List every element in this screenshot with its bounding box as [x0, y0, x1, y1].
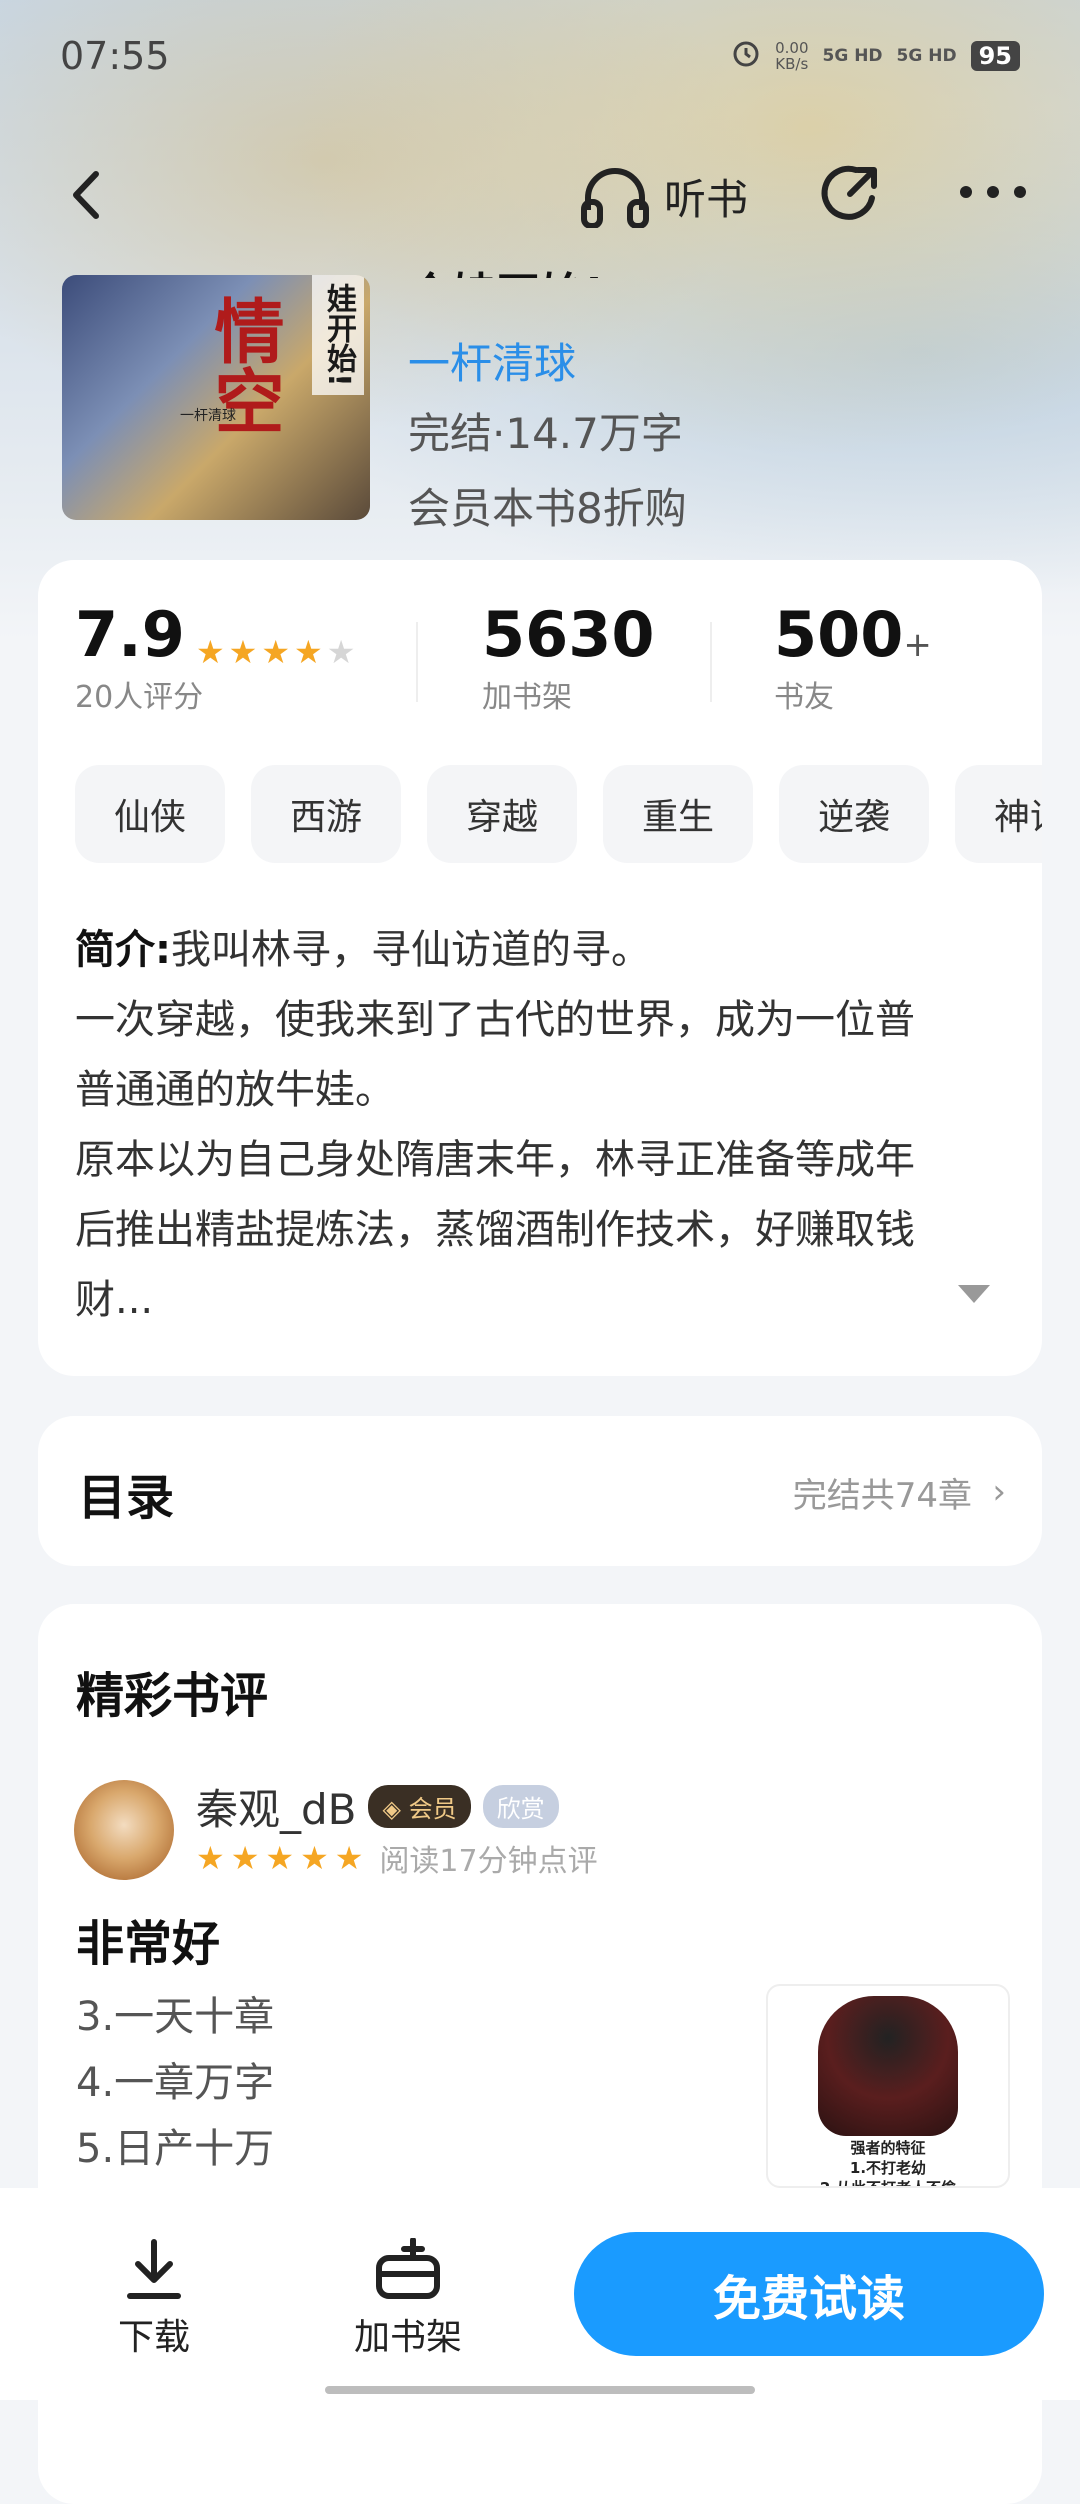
synopsis-line: 后推出精盐提炼法，蒸馏酒制作技术，好赚取钱 — [75, 1207, 915, 1253]
expand-caret-icon[interactable] — [958, 1285, 990, 1303]
add-shelf-label: 加书架 — [354, 2317, 463, 2358]
avatar[interactable] — [74, 1780, 174, 1880]
synopsis[interactable]: 简介:我叫林寻，寻仙访道的寻。 一次穿越，使我来到了古代的世界，成为一位普 普通… — [75, 915, 1015, 1335]
synopsis-separator: : — [155, 927, 171, 973]
fans-label: 书友 — [774, 680, 834, 715]
synopsis-first-line: 我叫林寻，寻仙访道的寻。 — [171, 927, 651, 973]
synopsis-label: 简介 — [75, 927, 155, 973]
review-stars: ★ ★ ★ ★ ★ 阅读17分钟点评 — [196, 1836, 598, 1880]
read-time: 阅读17分钟点评 — [379, 1844, 598, 1879]
headphones-icon — [581, 168, 649, 228]
tag-chip[interactable]: 神话 — [955, 765, 1042, 863]
toc-title: 目录 — [78, 1470, 175, 1526]
fans-stat[interactable]: 500+ 书友 — [774, 600, 932, 716]
chevron-right-icon: › — [992, 1472, 1006, 1512]
table-of-contents-card[interactable]: 目录 完结共74章 › — [38, 1416, 1042, 1566]
tag-chip[interactable]: 逆袭 — [779, 765, 929, 863]
review-line: 3.一天十章 — [76, 1994, 275, 2040]
rating-value: 7.9 — [75, 598, 185, 671]
book-cover[interactable]: 情空 娃开始! 一杆清球 — [62, 275, 370, 520]
shelf-label: 加书架 — [482, 680, 572, 715]
more-icon — [960, 186, 1026, 198]
tag-chip[interactable]: 重生 — [603, 765, 753, 863]
tag-chip[interactable]: 穿越 — [427, 765, 577, 863]
star-icon: ★ — [195, 632, 225, 671]
shelf-stat: 5630 加书架 — [482, 600, 655, 716]
status-badge: 欣赏 — [482, 1785, 559, 1828]
figure-illustration — [818, 1996, 958, 2136]
status-icons: 0.00 KB/s 5G HD 5G HD 95 — [731, 38, 1020, 73]
tag-chip[interactable]: 仙侠 — [75, 765, 225, 863]
author-link[interactable]: 一杆清球 — [408, 330, 576, 391]
add-shelf-icon — [376, 2238, 440, 2299]
chevron-left-icon — [73, 171, 99, 219]
star-icon: ★ — [300, 1839, 329, 1877]
top-navigation: 听书 — [0, 150, 1080, 240]
book-status: 完结·14.7万字 — [408, 409, 683, 458]
review-line: 4.一章万字 — [76, 2060, 275, 2106]
cover-subtitle: 娃开始! — [312, 275, 364, 395]
star-icon: ★ — [228, 632, 258, 671]
star-icon: ★ — [196, 1839, 225, 1877]
star-icon: ★ — [261, 632, 290, 671]
more-options-button[interactable] — [956, 172, 1030, 212]
bottom-action-bar: 下载 加书架 免费试读 — [0, 2188, 1080, 2400]
star-icon: ★ — [265, 1839, 295, 1877]
signal-icon-2: 5G HD — [896, 45, 957, 66]
signal-icon-1: 5G HD — [822, 45, 883, 66]
home-indicator[interactable] — [325, 2386, 755, 2394]
review-line: 5.日产十万 — [76, 2126, 275, 2172]
share-button[interactable] — [816, 158, 886, 228]
cover-author: 一杆清球 — [180, 408, 236, 424]
free-read-button[interactable]: 免费试读 — [574, 2232, 1044, 2356]
review-body[interactable]: 3.一天十章 4.一章万字 5.日产十万 — [76, 1984, 274, 2182]
share-icon — [821, 165, 877, 220]
reviews-title: 精彩书评 — [76, 1668, 269, 1724]
reviewer-info: 秦观_dB ◈ 会员 欣赏 — [196, 1776, 559, 1837]
shelf-count: 5630 — [482, 598, 655, 671]
star-empty-icon: ★ — [326, 632, 356, 671]
listen-label: 听书 — [664, 174, 749, 224]
vip-offer[interactable]: 会员本书8折购 — [408, 475, 687, 536]
tag-chip[interactable]: 西游 — [251, 765, 401, 863]
status-time: 07:55 — [60, 34, 170, 78]
synopsis-line: 财... — [75, 1277, 154, 1323]
listen-book-button[interactable]: 听书 — [578, 164, 748, 228]
divider — [416, 622, 418, 702]
image-caption: 强者的特征 1.不打老幼 2.从此不打老人不偷 — [819, 2139, 957, 2188]
vip-badge: ◈ 会员 — [368, 1785, 471, 1828]
rating-label: 20人评分 — [75, 680, 204, 715]
fans-plus: + — [903, 625, 932, 665]
tag-list: 仙侠 西游 穿越 重生 逆袭 神话 — [75, 765, 1042, 865]
add-to-shelf-button[interactable]: 加书架 — [354, 2238, 462, 2360]
net-speed: 0.00 KB/s — [775, 38, 809, 73]
rating-stat[interactable]: 7.9 ★ ★ ★ ★ ★ 20人评分 — [75, 600, 355, 716]
review-headline[interactable]: 非常好 — [76, 1904, 220, 1974]
rating-stars: ★ ★ ★ ★ ★ — [196, 636, 355, 668]
fans-count: 500 — [774, 598, 904, 671]
book-info-card: 7.9 ★ ★ ★ ★ ★ 20人评分 5630 加书架 500+ 书友 仙侠 … — [38, 560, 1042, 1376]
alarm-icon — [731, 38, 761, 73]
review-image[interactable]: 强者的特征 1.不打老幼 2.从此不打老人不偷 — [766, 1984, 1010, 2188]
toc-info: 完结共74章 — [792, 1476, 972, 1516]
synopsis-line: 普通通的放牛娃。 — [75, 1067, 395, 1113]
status-bar: 07:55 0.00 KB/s 5G HD 5G HD 95 — [0, 0, 1080, 110]
download-button[interactable]: 下载 — [118, 2238, 190, 2360]
star-icon: ★ — [230, 1839, 260, 1877]
star-icon: ★ — [294, 632, 323, 671]
reviewer-name[interactable]: 秦观_dB — [196, 1776, 356, 1837]
book-title: 个娃开始! — [408, 258, 604, 278]
download-label: 下载 — [118, 2317, 191, 2358]
divider — [710, 622, 712, 702]
synopsis-line: 原本以为自己身处隋唐末年，林寻正准备等成年 — [75, 1137, 915, 1183]
download-icon — [127, 2239, 181, 2299]
battery-indicator: 95 — [970, 40, 1020, 71]
shield-icon: ◈ — [382, 1795, 409, 1823]
synopsis-line: 一次穿越，使我来到了古代的世界，成为一位普 — [75, 997, 915, 1043]
star-icon: ★ — [334, 1839, 364, 1877]
back-button[interactable] — [60, 160, 120, 230]
